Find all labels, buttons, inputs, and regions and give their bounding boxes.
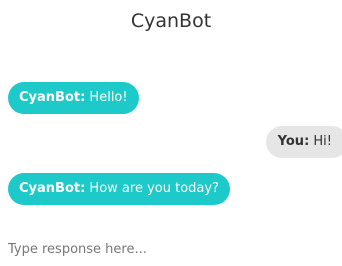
message-sender: You:	[277, 134, 310, 149]
response-input[interactable]	[8, 237, 334, 261]
message-bubble-bot: CyanBot: Hello!	[8, 82, 139, 114]
message-sender: CyanBot:	[19, 90, 86, 105]
chat-title: CyanBot	[130, 10, 212, 32]
message-text: Hello!	[85, 90, 128, 105]
message-bubble-bot: CyanBot: How are you today?	[8, 173, 230, 205]
message-sender: CyanBot:	[19, 181, 86, 196]
message-bubble-user: You: Hi!	[265, 126, 342, 158]
message-text: Hi!	[309, 134, 332, 149]
message-text: How are you today?	[85, 181, 219, 196]
